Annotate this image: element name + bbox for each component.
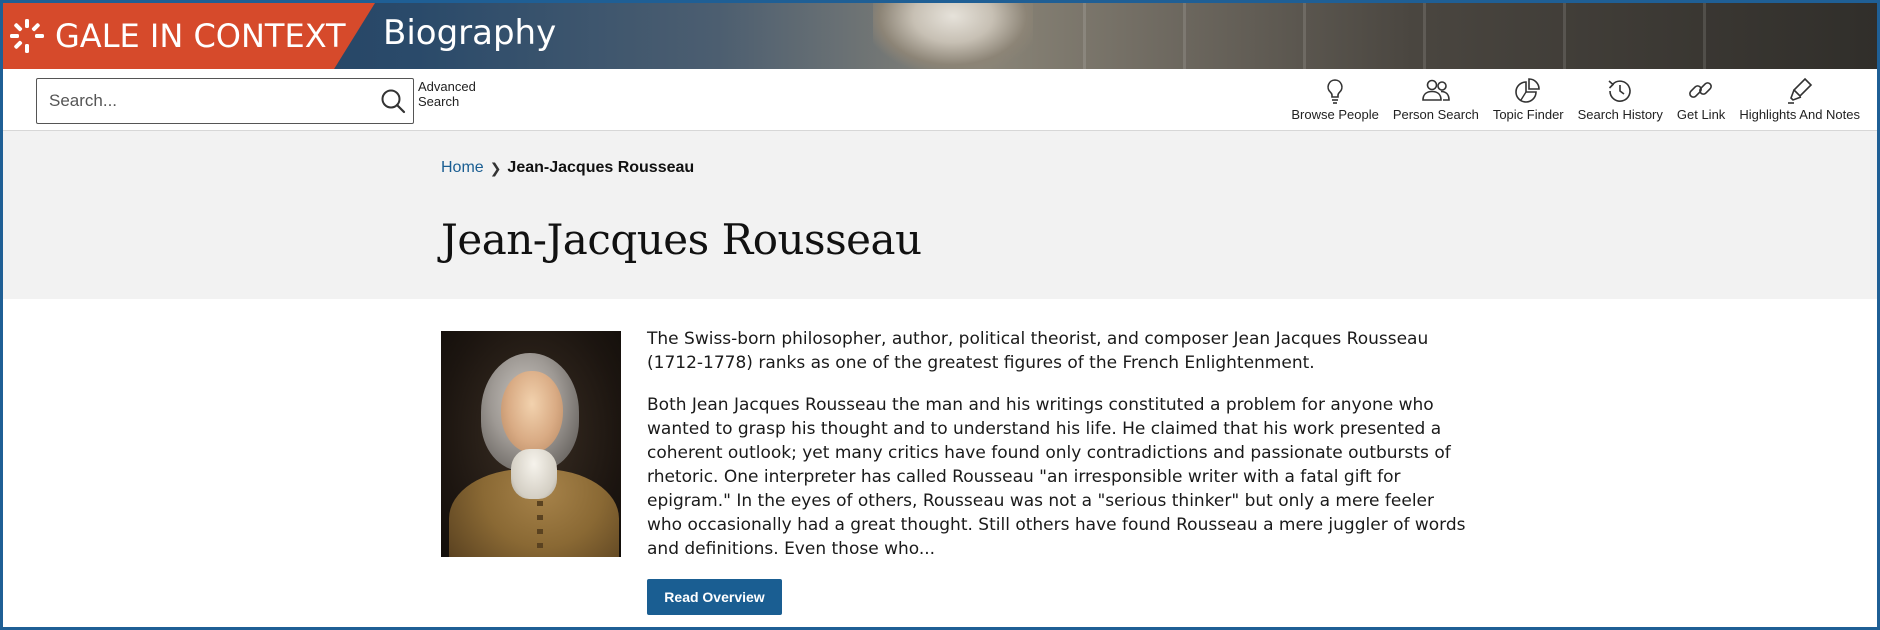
lightbulb-icon [1327,79,1343,104]
highlights-notes-button[interactable]: Highlights And Notes [1732,73,1867,129]
overview-paragraph: Both Jean Jacques Rousseau the man and h… [647,395,1466,559]
history-icon [1608,80,1632,102]
overview-text: The Swiss-born philosopher, author, poli… [647,327,1469,579]
breadcrumb-separator-icon: ❯ [489,159,502,176]
link-icon [1689,82,1713,98]
topic-finder-label: Topic Finder [1492,107,1564,122]
page-title: Jean-Jacques Rousseau [441,215,922,264]
breadcrumb-current: Jean-Jacques Rousseau [507,159,695,176]
product-name[interactable]: Biography [383,13,556,53]
breadcrumb: Home ❯ Jean-Jacques Rousseau [441,159,694,177]
highlights-notes-label: Highlights And Notes [1739,107,1860,122]
tool-bar: Browse People Person Search Topic Finder [1284,73,1867,129]
search-history-button[interactable]: Search History [1571,73,1670,129]
page-header: Home ❯ Jean-Jacques Rousseau Jean-Jacque… [3,131,1877,299]
read-overview-button[interactable]: Read Overview [647,579,782,615]
person-search-button[interactable]: Person Search [1386,73,1486,129]
app-window: GALE IN CONTEXT Biography Advanced Searc… [0,0,1880,630]
breadcrumb-home-link[interactable]: Home [441,159,484,177]
browse-people-button[interactable]: Browse People [1284,73,1385,129]
get-link-label: Get Link [1676,107,1726,122]
search-history-label: Search History [1577,107,1663,122]
people-icon [1422,79,1450,101]
search-input[interactable] [49,89,369,113]
brand-logo[interactable]: GALE IN CONTEXT [3,3,375,69]
banner-statue-image [873,3,1033,69]
portrait-image [441,331,621,557]
gale-burst-logo-icon [10,19,44,53]
advanced-search-link[interactable]: Advanced Search [418,79,488,109]
browse-people-label: Browse People [1291,107,1379,122]
toolbar: Advanced Search Browse People Person Sea… [3,69,1877,131]
pie-chart-icon [1515,78,1541,103]
get-link-button[interactable]: Get Link [1670,73,1732,129]
site-banner: GALE IN CONTEXT Biography [3,3,1877,69]
summary-paragraph: The Swiss-born philosopher, author, poli… [647,329,1429,373]
highlighter-icon [1787,77,1812,104]
search-box [36,78,414,124]
person-search-label: Person Search [1392,107,1479,122]
topic-finder-button[interactable]: Topic Finder [1486,73,1571,129]
brand-name: GALE IN CONTEXT [55,17,346,55]
search-icon[interactable] [379,87,407,115]
